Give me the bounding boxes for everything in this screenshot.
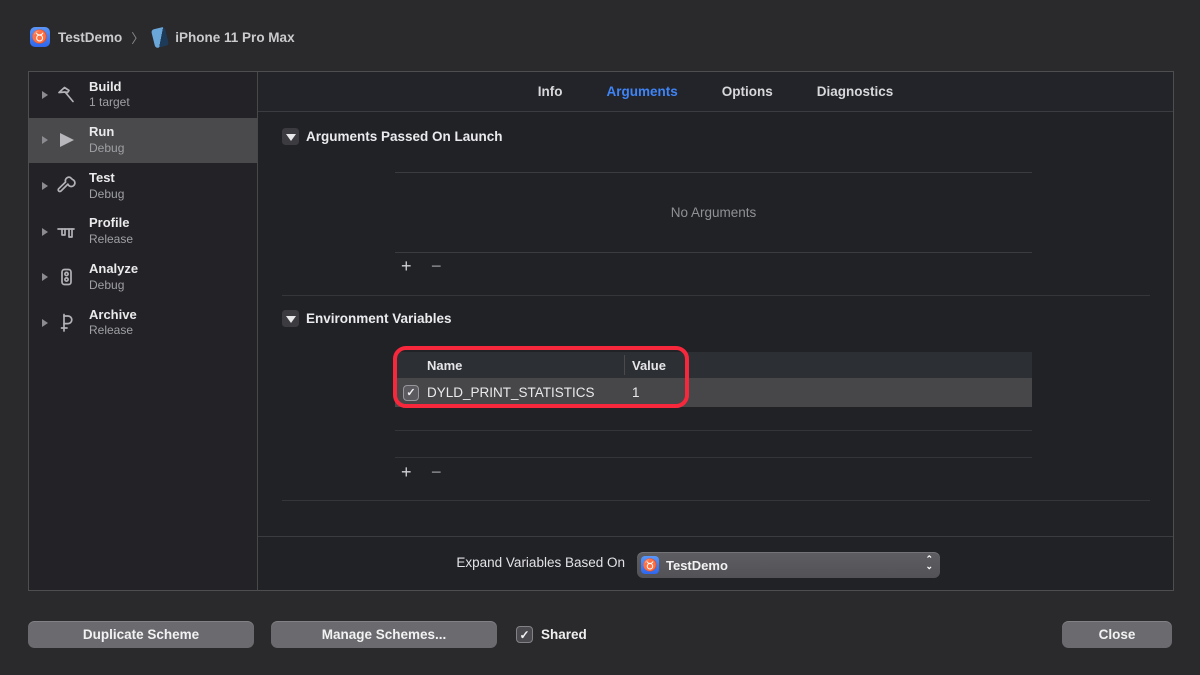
environment-variables-table: Name Value ✓ DYLD_PRINT_STATISTICS 1 <box>395 352 1032 407</box>
table-grid-line <box>395 430 1032 431</box>
sidebar-item-sublabel: Debug <box>89 141 124 157</box>
scheme-editor-panel: Build 1 target Run Debug Test Debug <box>28 71 1174 591</box>
arguments-section-header: Arguments Passed On Launch <box>282 128 503 145</box>
shared-checkbox-label[interactable]: Shared <box>541 627 587 642</box>
row-enabled-checkbox[interactable]: ✓ <box>403 385 419 401</box>
breadcrumb-destination[interactable]: iPhone 11 Pro Max <box>175 30 294 45</box>
disclosure-triangle-icon[interactable] <box>42 182 48 190</box>
add-argument-button[interactable]: + <box>401 256 431 277</box>
chevron-down-icon: ⌄ <box>925 563 933 570</box>
target-app-icon: ♉ <box>641 556 659 574</box>
meter-icon <box>55 266 82 288</box>
tab-options[interactable]: Options <box>722 84 773 99</box>
add-variable-button[interactable]: + <box>401 462 431 483</box>
sidebar-item-run[interactable]: Run Debug <box>29 118 257 164</box>
scheme-icon-glyph: ♉ <box>32 29 48 45</box>
section-divider <box>282 295 1150 296</box>
column-header-value: Value <box>632 358 666 373</box>
disclosure-triangle-icon[interactable] <box>42 319 48 327</box>
sidebar-item-test[interactable]: Test Debug <box>29 163 257 209</box>
sidebar-item-sublabel: Release <box>89 323 137 339</box>
no-arguments-text: No Arguments <box>671 205 757 220</box>
environment-add-remove: + − <box>401 462 461 483</box>
section-divider <box>282 500 1150 501</box>
remove-argument-button[interactable]: − <box>431 256 461 277</box>
column-header-name: Name <box>427 358 462 373</box>
breadcrumb-scheme-name[interactable]: TestDemo <box>58 30 122 45</box>
sidebar-item-label: Profile <box>89 215 133 232</box>
tab-bar: Info Arguments Options Diagnostics <box>258 72 1173 112</box>
popup-chevrons-icon: ⌃ ⌄ <box>925 556 933 570</box>
sidebar-item-label: Test <box>89 170 124 187</box>
tab-diagnostics[interactable]: Diagnostics <box>817 84 894 99</box>
env-var-value[interactable]: 1 <box>632 385 640 400</box>
checkmark-icon: ✓ <box>519 628 529 642</box>
shared-checkbox[interactable]: ✓ <box>516 626 533 643</box>
target-icon-glyph: ♉ <box>643 558 658 572</box>
table-grid-line <box>395 457 1032 458</box>
tab-info[interactable]: Info <box>538 84 563 99</box>
scheme-actions-sidebar: Build 1 target Run Debug Test Debug <box>29 72 258 590</box>
scheme-editor-main: Info Arguments Options Diagnostics Argum… <box>258 72 1173 590</box>
sidebar-item-build[interactable]: Build 1 target <box>29 72 257 118</box>
sidebar-item-sublabel: 1 target <box>89 95 130 111</box>
arguments-table[interactable]: No Arguments <box>395 172 1032 253</box>
expand-variables-popup[interactable]: ♉ TestDemo ⌃ ⌄ <box>637 552 940 578</box>
tab-arguments[interactable]: Arguments <box>606 84 677 99</box>
expand-variables-label: Expand Variables Based On <box>418 555 625 570</box>
breadcrumb-separator: 〉 <box>131 28 144 47</box>
checkmark-icon: ✓ <box>406 386 415 399</box>
scheme-app-icon[interactable]: ♉ <box>30 27 50 47</box>
table-header-row: Name Value <box>395 352 1032 378</box>
sidebar-item-analyze[interactable]: Analyze Debug <box>29 254 257 300</box>
hammer-icon <box>55 84 82 106</box>
env-var-name[interactable]: DYLD_PRINT_STATISTICS <box>427 385 595 400</box>
sidebar-item-label: Build <box>89 79 130 96</box>
remove-variable-button[interactable]: − <box>431 462 461 483</box>
disclosure-triangle-icon[interactable] <box>42 273 48 281</box>
sidebar-item-label: Archive <box>89 307 137 324</box>
arguments-add-remove: + − <box>401 256 461 277</box>
arguments-section-title: Arguments Passed On Launch <box>306 129 503 144</box>
table-row[interactable]: ✓ DYLD_PRINT_STATISTICS 1 <box>395 378 1032 407</box>
environment-section-title: Environment Variables <box>306 311 452 326</box>
sidebar-item-sublabel: Release <box>89 232 133 248</box>
breadcrumb: ♉ TestDemo 〉 iPhone 11 Pro Max <box>30 27 295 47</box>
caliper-icon <box>55 221 82 243</box>
disclosure-triangle-icon[interactable] <box>42 136 48 144</box>
sidebar-item-label: Analyze <box>89 261 138 278</box>
sidebar-item-sublabel: Debug <box>89 278 138 294</box>
sidebar-item-label: Run <box>89 124 124 141</box>
sidebar-item-archive[interactable]: Archive Release <box>29 300 257 346</box>
duplicate-scheme-button[interactable]: Duplicate Scheme <box>28 621 254 648</box>
wrench-icon <box>55 175 82 197</box>
sidebar-item-profile[interactable]: Profile Release <box>29 209 257 255</box>
expand-variables-bar: Expand Variables Based On ♉ TestDemo ⌃ ⌄ <box>258 536 1173 592</box>
device-phone-icon <box>151 26 169 48</box>
environment-section-header: Environment Variables <box>282 310 452 327</box>
column-divider[interactable] <box>624 355 625 375</box>
play-icon <box>55 129 82 151</box>
disclosure-triangle-icon[interactable] <box>42 91 48 99</box>
collapse-triangle-icon[interactable] <box>282 128 299 145</box>
popup-selected-value: TestDemo <box>666 558 728 573</box>
manage-schemes-button[interactable]: Manage Schemes... <box>271 621 497 648</box>
disclosure-triangle-icon[interactable] <box>42 228 48 236</box>
sidebar-item-sublabel: Debug <box>89 187 124 203</box>
collapse-triangle-icon[interactable] <box>282 310 299 327</box>
clamp-icon <box>55 312 82 334</box>
close-button[interactable]: Close <box>1062 621 1172 648</box>
